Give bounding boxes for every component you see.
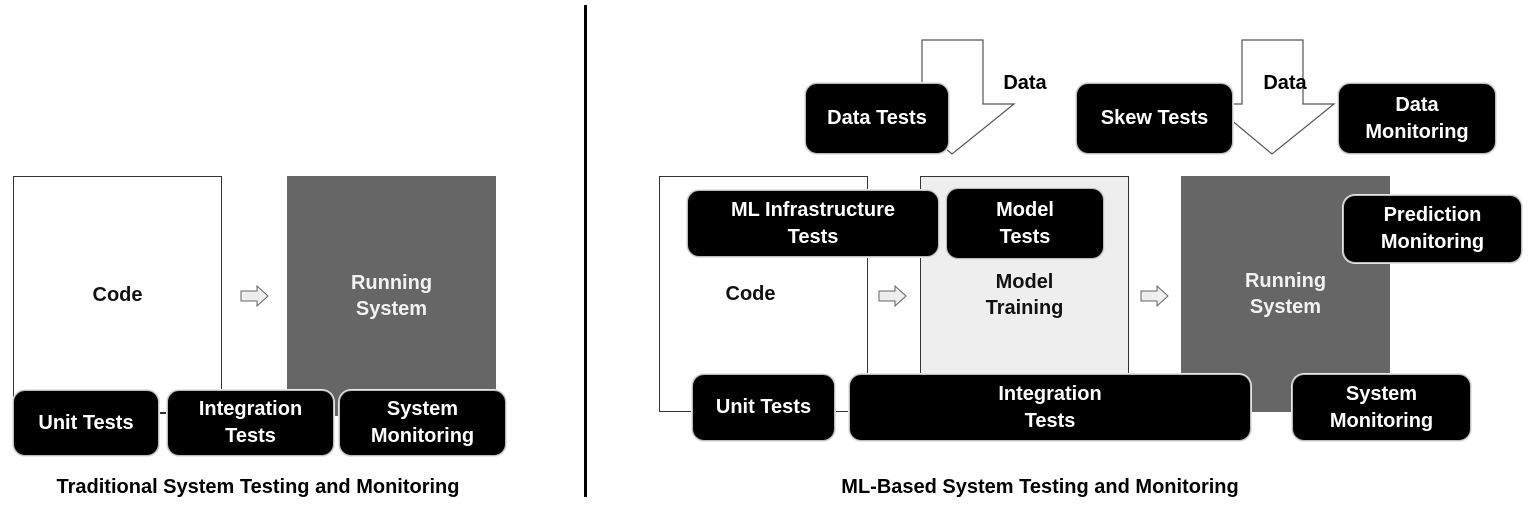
ml-integration-tests-label: Integration Tests [998, 382, 1102, 432]
ml-model-tests: Model Tests [946, 188, 1104, 259]
trad-flow-arrow-icon [240, 284, 269, 308]
trad-integration-tests-label: Integration Tests [198, 398, 303, 447]
trad-unit-tests-label: Unit Tests [38, 411, 134, 434]
ml-data-monitoring-label: Data Monitoring [1365, 93, 1469, 143]
ml-running-system-label: Running System [1244, 270, 1327, 318]
ml-model-training-label: Model Training [985, 271, 1064, 319]
ml-infrastructure-tests-label: ML Infrastructure Tests [730, 198, 896, 248]
trad-system-monitoring: System Monitoring [339, 390, 506, 456]
trad-code-box: Code [13, 176, 222, 414]
ml-integration-tests: Integration Tests [849, 374, 1251, 441]
ml-data-monitoring: Data Monitoring [1338, 83, 1496, 154]
trad-system-monitoring-label: System Monitoring [370, 398, 475, 447]
section-divider [584, 5, 587, 497]
ml-flow-arrow-2-icon [1140, 284, 1169, 308]
trad-caption: Traditional System Testing and Monitorin… [56, 476, 460, 498]
ml-unit-tests: Unit Tests [692, 374, 835, 441]
ml-skew-tests-label: Skew Tests [1100, 107, 1209, 129]
trad-integration-tests: Integration Tests [167, 390, 334, 456]
ml-prediction-monitoring: Prediction Monitoring [1343, 195, 1522, 263]
ml-system-monitoring-label: System Monitoring [1329, 382, 1434, 432]
ml-code-label: Code [725, 283, 776, 305]
ml-skew-tests: Skew Tests [1076, 83, 1233, 154]
ml-data-tests: Data Tests [805, 83, 949, 154]
trad-unit-tests: Unit Tests [13, 390, 159, 456]
data-arrow-2-label: Data [1263, 72, 1307, 94]
trad-code-label: Code [92, 284, 143, 306]
trad-running-system-label: Running System [350, 272, 433, 320]
ml-unit-tests-label: Unit Tests [715, 396, 812, 418]
ml-caption: ML-Based System Testing and Monitoring [841, 476, 1239, 498]
ml-data-tests-label: Data Tests [827, 107, 927, 129]
trad-running-system-box: Running System [287, 176, 496, 416]
ml-flow-arrow-1-icon [878, 284, 907, 308]
ml-prediction-monitoring-label: Prediction Monitoring [1380, 204, 1485, 253]
ml-infrastructure-tests: ML Infrastructure Tests [687, 190, 939, 257]
data-arrow-1-label: Data [1003, 72, 1047, 94]
ml-model-tests-label: Model Tests [996, 198, 1054, 248]
ml-system-monitoring: System Monitoring [1292, 374, 1471, 441]
